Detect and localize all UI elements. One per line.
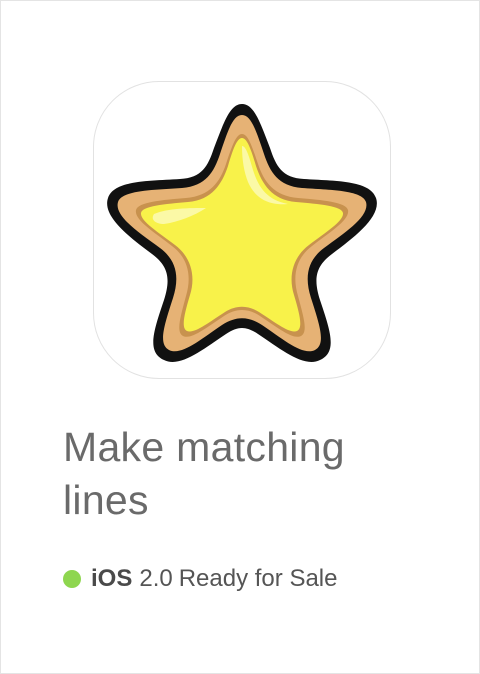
app-status-row: iOS 2.0 Ready for Sale [63,564,337,594]
platform-label: iOS [91,565,133,592]
app-card[interactable]: Make matching lines iOS 2.0 Ready for Sa… [0,0,480,674]
app-icon[interactable] [93,81,391,379]
status-label: Ready for Sale [178,565,338,592]
app-title: Make matching lines [63,424,345,523]
version-label: 2.0 [139,565,173,592]
star-cookie-icon [107,104,377,362]
status-dot-icon [63,570,81,588]
